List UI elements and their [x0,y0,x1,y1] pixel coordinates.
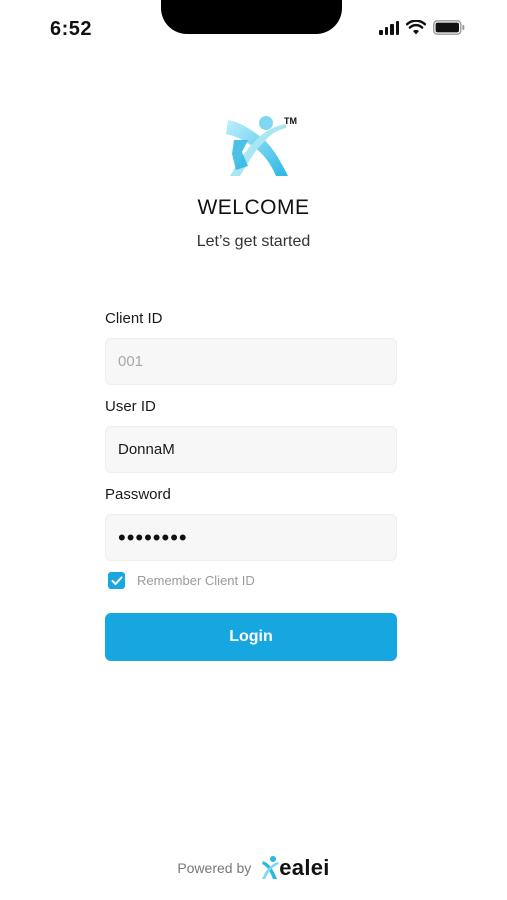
status-bar: 6:52 [0,0,507,60]
password-label: Password [105,486,171,503]
client-id-input[interactable]: 001 [105,338,397,385]
powered-by-label: Powered by [177,860,252,876]
page-subtitle: Let’s get started [196,233,311,250]
remember-client-id[interactable]: Remember Client ID [108,572,255,589]
client-id-label: Client ID [105,310,163,327]
app-logo-icon: TM [226,116,297,176]
page-title: WELCOME [197,196,310,219]
remember-label: Remember Client ID [137,573,255,588]
device-notch [161,0,342,34]
brand-name: ealei [279,855,330,880]
password-input[interactable]: •••••••• [105,514,397,561]
status-icons [379,20,465,35]
trademark-label: TM [284,116,297,126]
wifi-icon [406,20,426,35]
checkmark-icon [111,576,122,585]
remember-checkbox[interactable] [108,572,125,589]
brand-logo: ealei [261,855,329,881]
footer: Powered by ealei [0,855,507,881]
brand-x-icon [262,856,280,879]
user-id-label: User ID [105,398,156,415]
cellular-signal-icon [379,20,399,35]
battery-icon [433,20,465,35]
user-id-input[interactable]: DonnaM [105,426,397,473]
status-time: 6:52 [50,18,93,40]
login-button[interactable]: Login [105,613,397,661]
